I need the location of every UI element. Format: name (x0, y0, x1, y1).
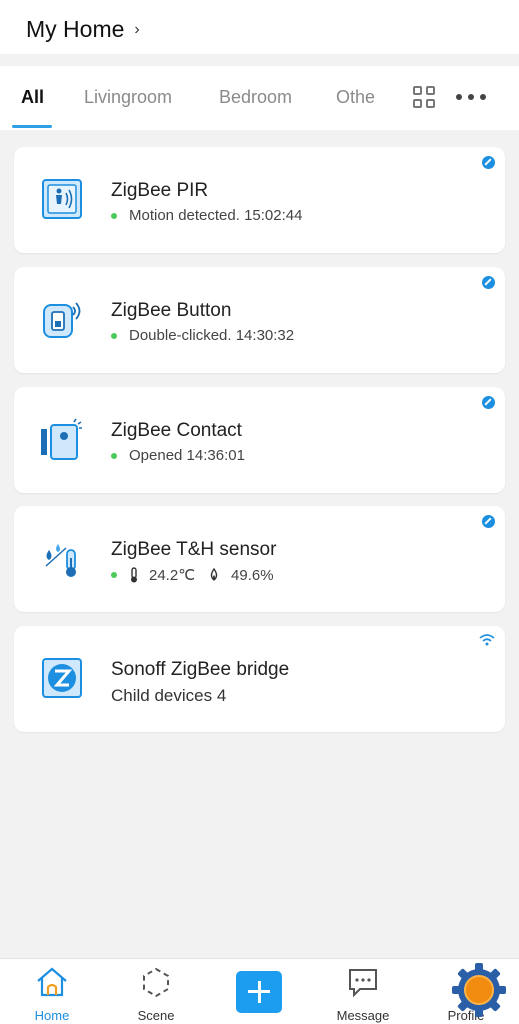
humidity-drop-icon (210, 568, 218, 581)
grid-view-icon[interactable] (413, 86, 436, 109)
child-devices-count: Child devices 4 (111, 686, 227, 705)
status-text: Double-clicked. 14:30:32 (129, 327, 295, 344)
tab-livingroom[interactable]: Livingroom (84, 87, 172, 108)
device-name: ZigBee Button (111, 300, 232, 321)
wireless-button-icon (43, 302, 81, 338)
tab-bedroom[interactable]: Bedroom (219, 87, 292, 108)
nav-label: Scene (137, 1008, 175, 1023)
thermometer-icon (131, 567, 137, 583)
wifi-icon (479, 634, 495, 646)
device-card-contact[interactable]: ZigBee Contact Opened 14:36:01 (14, 387, 505, 493)
tabs-scroll: All Livingroom Bedroom Othe (0, 66, 400, 130)
device-name: ZigBee T&H sensor (111, 539, 277, 560)
temperature-value: 24.2℃ (149, 567, 196, 584)
tab-other[interactable]: Othe (336, 87, 375, 108)
edit-badge-icon (482, 156, 495, 169)
room-tabs: All Livingroom Bedroom Othe (0, 66, 519, 130)
edit-badge-icon (482, 276, 495, 289)
device-card-pir[interactable]: ZigBee PIR Motion detected. 15:02:44 (14, 147, 505, 253)
more-options-icon[interactable] (456, 94, 486, 102)
home-selector[interactable]: My Home › (26, 16, 140, 43)
device-status: Opened 14:36:01 (111, 447, 245, 464)
device-status: 24.2℃ 49.6% (111, 566, 274, 584)
device-card-th-sensor[interactable]: ZigBee T&H sensor 24.2℃ 49.6% (14, 506, 505, 612)
scene-icon (143, 967, 169, 998)
nav-label: Home (34, 1008, 70, 1023)
nav-label: Message (336, 1008, 390, 1023)
header: My Home › (0, 0, 519, 54)
nav-message[interactable]: Message (318, 965, 408, 1023)
device-name: ZigBee PIR (111, 180, 209, 201)
device-card-button[interactable]: ZigBee Button Double-clicked. 14:30:32 (14, 267, 505, 373)
active-tab-indicator (12, 125, 52, 128)
online-dot (111, 212, 117, 219)
nav-home[interactable]: Home (7, 965, 97, 1023)
online-dot (111, 332, 117, 339)
online-dot (111, 452, 117, 459)
zigbee-bridge-icon (42, 658, 82, 698)
device-status: Motion detected. 15:02:44 (111, 207, 302, 224)
bottom-nav: Home Scene Message Profile (0, 958, 519, 1024)
status-text: Opened 14:36:01 (129, 447, 245, 464)
home-title: My Home (26, 16, 125, 42)
message-icon (349, 969, 377, 998)
motion-sensor-icon (42, 179, 82, 219)
door-contact-icon (41, 418, 82, 460)
nav-scene[interactable]: Scene (111, 965, 201, 1023)
chevron-right-icon: › (134, 20, 140, 38)
device-status: Double-clicked. 14:30:32 (111, 327, 294, 344)
edit-badge-icon (482, 396, 495, 409)
add-device-button[interactable] (236, 971, 282, 1013)
device-name: Sonoff ZigBee bridge (111, 659, 290, 680)
home-icon (37, 967, 67, 997)
tab-all[interactable]: All (21, 87, 44, 108)
device-card-bridge[interactable]: Sonoff ZigBee bridge Child devices 4 (14, 626, 505, 732)
online-dot (111, 572, 117, 578)
edit-badge-icon (482, 515, 495, 528)
humidity-value: 49.6% (231, 566, 274, 584)
device-name: ZigBee Contact (111, 420, 242, 441)
temperature-humidity-icon (45, 544, 76, 577)
settings-gear-icon[interactable] (450, 961, 508, 1019)
status-text: Motion detected. 15:02:44 (129, 207, 303, 224)
